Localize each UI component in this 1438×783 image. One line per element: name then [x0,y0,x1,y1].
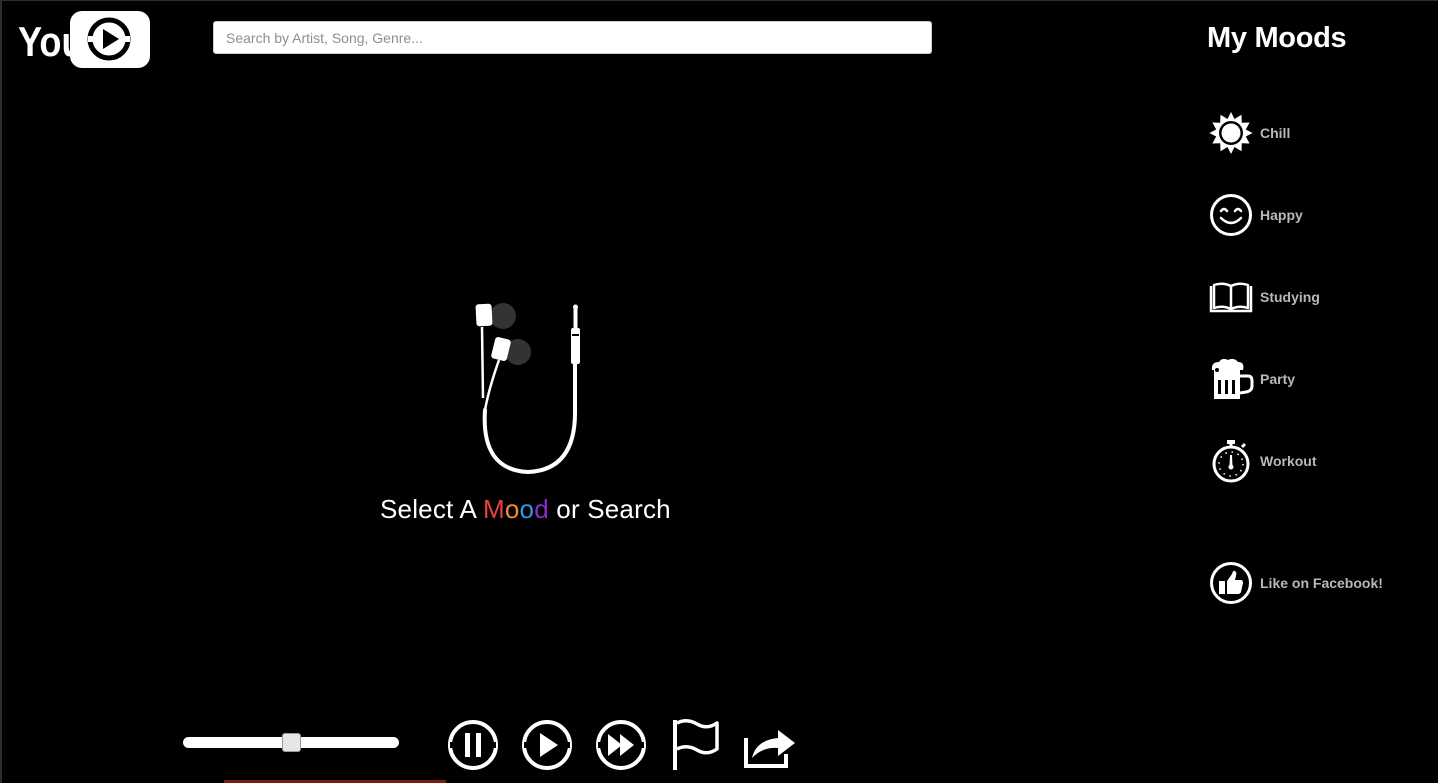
mood-label-workout: Workout [1260,453,1317,469]
volume-thumb[interactable] [282,733,301,752]
share-button[interactable] [742,718,796,772]
pause-button[interactable] [446,718,500,772]
play-icon [522,720,572,770]
youtube-logo[interactable]: You [18,10,150,70]
volume-slider[interactable] [183,733,399,753]
smiley-icon [1210,194,1252,236]
book-icon [1209,282,1253,313]
thumbs-up-icon [1210,562,1252,604]
mood-item-chill[interactable]: Chill [1208,110,1408,156]
flag-icon [673,719,719,770]
mood-label-studying: Studying [1260,289,1320,305]
prompt-suffix: or Search [548,494,671,524]
earbuds-icon [475,303,580,475]
prompt-mood-letter: o [504,494,520,524]
mood-label-chill: Chill [1260,125,1291,141]
facebook-like-label: Like on Facebook! [1260,575,1383,591]
prompt-mood-letter: o [519,494,535,524]
moods-title: My Moods [1207,22,1347,54]
mood-item-workout[interactable]: Workout [1208,438,1408,484]
select-mood-prompt: Select A Mood or Search [380,494,700,525]
fast-forward-button[interactable] [594,718,648,772]
prompt-prefix: Select A [380,494,483,524]
beer-mug-icon [1211,358,1254,399]
mood-item-happy[interactable]: Happy [1208,192,1408,238]
mood-item-studying[interactable]: Studying [1208,274,1408,320]
flag-button[interactable] [668,718,722,772]
mood-label-party: Party [1260,371,1296,387]
prompt-mood-letter: d [534,494,549,524]
sun-icon [1209,112,1253,154]
pause-icon [448,720,498,770]
play-button[interactable] [520,718,574,772]
fast-forward-icon [596,720,646,770]
share-icon [744,730,795,768]
mood-label-happy: Happy [1260,207,1303,223]
prompt-mood-letter: M [482,494,505,524]
mood-item-party[interactable]: Party [1208,356,1408,402]
search-input[interactable] [213,21,932,54]
stopwatch-icon [1212,440,1250,483]
facebook-like-link[interactable]: Like on Facebook! [1208,560,1408,606]
